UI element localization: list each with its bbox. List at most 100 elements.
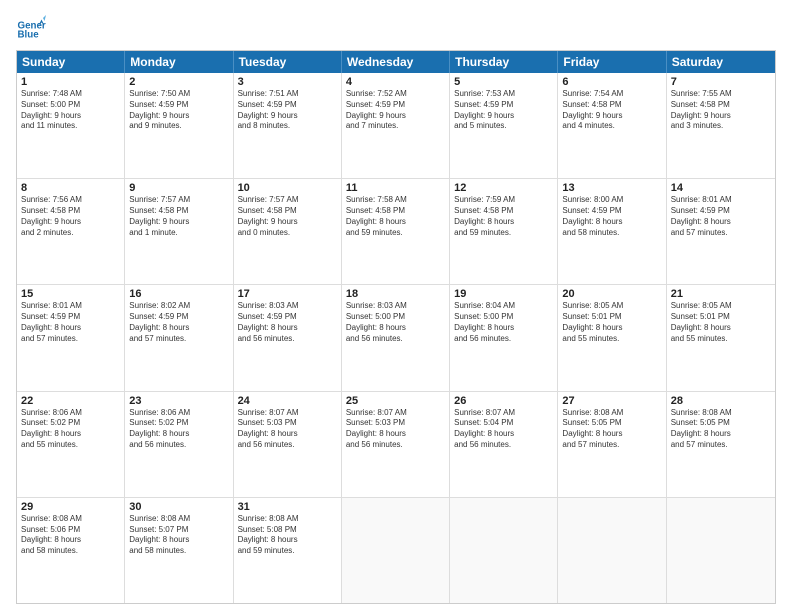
day-info: Sunrise: 7:50 AMSunset: 4:59 PMDaylight:… <box>129 89 228 132</box>
day-info: Sunrise: 8:07 AMSunset: 5:03 PMDaylight:… <box>238 408 337 451</box>
day-info: Sunrise: 7:48 AMSunset: 5:00 PMDaylight:… <box>21 89 120 132</box>
day-number: 6 <box>562 76 661 88</box>
day-cell-23: 23Sunrise: 8:06 AMSunset: 5:02 PMDayligh… <box>125 392 233 497</box>
day-cell-5: 5Sunrise: 7:53 AMSunset: 4:59 PMDaylight… <box>450 73 558 178</box>
empty-cell <box>558 498 666 603</box>
day-info: Sunrise: 8:06 AMSunset: 5:02 PMDaylight:… <box>21 408 120 451</box>
day-info: Sunrise: 7:51 AMSunset: 4:59 PMDaylight:… <box>238 89 337 132</box>
day-cell-3: 3Sunrise: 7:51 AMSunset: 4:59 PMDaylight… <box>234 73 342 178</box>
day-info: Sunrise: 7:56 AMSunset: 4:58 PMDaylight:… <box>21 195 120 238</box>
calendar: SundayMondayTuesdayWednesdayThursdayFrid… <box>16 50 776 604</box>
day-info: Sunrise: 8:04 AMSunset: 5:00 PMDaylight:… <box>454 301 553 344</box>
day-info: Sunrise: 8:00 AMSunset: 4:59 PMDaylight:… <box>562 195 661 238</box>
day-cell-7: 7Sunrise: 7:55 AMSunset: 4:58 PMDaylight… <box>667 73 775 178</box>
day-cell-11: 11Sunrise: 7:58 AMSunset: 4:58 PMDayligh… <box>342 179 450 284</box>
header-day-sunday: Sunday <box>17 51 125 73</box>
day-number: 3 <box>238 76 337 88</box>
header-day-friday: Friday <box>558 51 666 73</box>
day-cell-17: 17Sunrise: 8:03 AMSunset: 4:59 PMDayligh… <box>234 285 342 390</box>
day-number: 11 <box>346 182 445 194</box>
day-cell-25: 25Sunrise: 8:07 AMSunset: 5:03 PMDayligh… <box>342 392 450 497</box>
day-cell-13: 13Sunrise: 8:00 AMSunset: 4:59 PMDayligh… <box>558 179 666 284</box>
day-info: Sunrise: 7:54 AMSunset: 4:58 PMDaylight:… <box>562 89 661 132</box>
day-info: Sunrise: 7:55 AMSunset: 4:58 PMDaylight:… <box>671 89 771 132</box>
day-number: 31 <box>238 501 337 513</box>
day-info: Sunrise: 7:57 AMSunset: 4:58 PMDaylight:… <box>129 195 228 238</box>
header-day-thursday: Thursday <box>450 51 558 73</box>
day-number: 22 <box>21 395 120 407</box>
day-number: 8 <box>21 182 120 194</box>
day-info: Sunrise: 8:03 AMSunset: 4:59 PMDaylight:… <box>238 301 337 344</box>
day-cell-31: 31Sunrise: 8:08 AMSunset: 5:08 PMDayligh… <box>234 498 342 603</box>
logo-icon: General Blue <box>16 12 46 42</box>
day-info: Sunrise: 8:08 AMSunset: 5:07 PMDaylight:… <box>129 514 228 557</box>
day-cell-1: 1Sunrise: 7:48 AMSunset: 5:00 PMDaylight… <box>17 73 125 178</box>
calendar-week-3: 15Sunrise: 8:01 AMSunset: 4:59 PMDayligh… <box>17 284 775 390</box>
day-cell-28: 28Sunrise: 8:08 AMSunset: 5:05 PMDayligh… <box>667 392 775 497</box>
calendar-week-5: 29Sunrise: 8:08 AMSunset: 5:06 PMDayligh… <box>17 497 775 603</box>
logo: General Blue <box>16 12 46 42</box>
day-number: 18 <box>346 288 445 300</box>
day-cell-26: 26Sunrise: 8:07 AMSunset: 5:04 PMDayligh… <box>450 392 558 497</box>
day-cell-22: 22Sunrise: 8:06 AMSunset: 5:02 PMDayligh… <box>17 392 125 497</box>
day-cell-18: 18Sunrise: 8:03 AMSunset: 5:00 PMDayligh… <box>342 285 450 390</box>
empty-cell <box>342 498 450 603</box>
day-cell-9: 9Sunrise: 7:57 AMSunset: 4:58 PMDaylight… <box>125 179 233 284</box>
day-info: Sunrise: 8:05 AMSunset: 5:01 PMDaylight:… <box>562 301 661 344</box>
calendar-week-4: 22Sunrise: 8:06 AMSunset: 5:02 PMDayligh… <box>17 391 775 497</box>
header-day-tuesday: Tuesday <box>234 51 342 73</box>
calendar-week-2: 8Sunrise: 7:56 AMSunset: 4:58 PMDaylight… <box>17 178 775 284</box>
day-number: 23 <box>129 395 228 407</box>
day-cell-4: 4Sunrise: 7:52 AMSunset: 4:59 PMDaylight… <box>342 73 450 178</box>
day-info: Sunrise: 8:06 AMSunset: 5:02 PMDaylight:… <box>129 408 228 451</box>
day-info: Sunrise: 8:07 AMSunset: 5:03 PMDaylight:… <box>346 408 445 451</box>
day-cell-27: 27Sunrise: 8:08 AMSunset: 5:05 PMDayligh… <box>558 392 666 497</box>
day-cell-10: 10Sunrise: 7:57 AMSunset: 4:58 PMDayligh… <box>234 179 342 284</box>
day-cell-2: 2Sunrise: 7:50 AMSunset: 4:59 PMDaylight… <box>125 73 233 178</box>
calendar-body: 1Sunrise: 7:48 AMSunset: 5:00 PMDaylight… <box>17 73 775 603</box>
day-number: 2 <box>129 76 228 88</box>
day-info: Sunrise: 8:03 AMSunset: 5:00 PMDaylight:… <box>346 301 445 344</box>
day-info: Sunrise: 7:58 AMSunset: 4:58 PMDaylight:… <box>346 195 445 238</box>
day-cell-24: 24Sunrise: 8:07 AMSunset: 5:03 PMDayligh… <box>234 392 342 497</box>
day-cell-29: 29Sunrise: 8:08 AMSunset: 5:06 PMDayligh… <box>17 498 125 603</box>
day-cell-12: 12Sunrise: 7:59 AMSunset: 4:58 PMDayligh… <box>450 179 558 284</box>
day-number: 29 <box>21 501 120 513</box>
day-number: 20 <box>562 288 661 300</box>
day-cell-14: 14Sunrise: 8:01 AMSunset: 4:59 PMDayligh… <box>667 179 775 284</box>
empty-cell <box>667 498 775 603</box>
day-cell-8: 8Sunrise: 7:56 AMSunset: 4:58 PMDaylight… <box>17 179 125 284</box>
day-number: 19 <box>454 288 553 300</box>
day-number: 13 <box>562 182 661 194</box>
svg-text:Blue: Blue <box>18 30 40 41</box>
calendar-week-1: 1Sunrise: 7:48 AMSunset: 5:00 PMDaylight… <box>17 73 775 178</box>
day-number: 7 <box>671 76 771 88</box>
empty-cell <box>450 498 558 603</box>
day-cell-20: 20Sunrise: 8:05 AMSunset: 5:01 PMDayligh… <box>558 285 666 390</box>
day-number: 5 <box>454 76 553 88</box>
day-number: 25 <box>346 395 445 407</box>
day-cell-16: 16Sunrise: 8:02 AMSunset: 4:59 PMDayligh… <box>125 285 233 390</box>
day-number: 24 <box>238 395 337 407</box>
day-number: 30 <box>129 501 228 513</box>
day-number: 4 <box>346 76 445 88</box>
day-number: 27 <box>562 395 661 407</box>
day-cell-30: 30Sunrise: 8:08 AMSunset: 5:07 PMDayligh… <box>125 498 233 603</box>
calendar-header: SundayMondayTuesdayWednesdayThursdayFrid… <box>17 51 775 73</box>
day-info: Sunrise: 8:08 AMSunset: 5:08 PMDaylight:… <box>238 514 337 557</box>
day-number: 14 <box>671 182 771 194</box>
day-number: 10 <box>238 182 337 194</box>
day-info: Sunrise: 8:07 AMSunset: 5:04 PMDaylight:… <box>454 408 553 451</box>
day-info: Sunrise: 8:08 AMSunset: 5:06 PMDaylight:… <box>21 514 120 557</box>
day-info: Sunrise: 8:01 AMSunset: 4:59 PMDaylight:… <box>671 195 771 238</box>
day-number: 9 <box>129 182 228 194</box>
header-day-monday: Monday <box>125 51 233 73</box>
day-info: Sunrise: 8:02 AMSunset: 4:59 PMDaylight:… <box>129 301 228 344</box>
day-cell-21: 21Sunrise: 8:05 AMSunset: 5:01 PMDayligh… <box>667 285 775 390</box>
day-info: Sunrise: 8:05 AMSunset: 5:01 PMDaylight:… <box>671 301 771 344</box>
day-info: Sunrise: 8:08 AMSunset: 5:05 PMDaylight:… <box>562 408 661 451</box>
day-number: 15 <box>21 288 120 300</box>
day-info: Sunrise: 7:57 AMSunset: 4:58 PMDaylight:… <box>238 195 337 238</box>
day-number: 16 <box>129 288 228 300</box>
day-number: 12 <box>454 182 553 194</box>
